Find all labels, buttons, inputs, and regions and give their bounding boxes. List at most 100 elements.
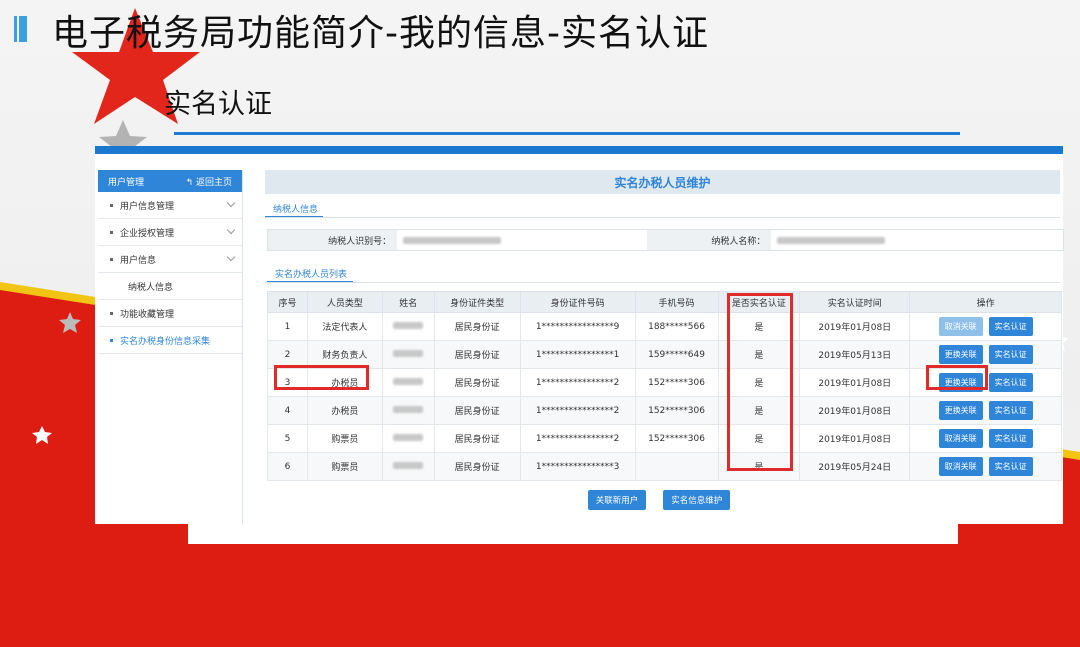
sidebar-item-enterprise-auth[interactable]: 企业授权管理 bbox=[98, 219, 242, 246]
slide-subtitle: 实名认证 bbox=[164, 89, 272, 120]
row-id-type: 居民身份证 bbox=[433, 424, 521, 453]
row-phone: 152*****306 bbox=[634, 396, 719, 425]
sidebar-item-user-info[interactable]: 用户信息 bbox=[98, 246, 242, 273]
divider-line bbox=[174, 132, 960, 135]
change-link-button[interactable]: 更换关联 bbox=[938, 345, 983, 364]
bullet-icon bbox=[110, 203, 113, 207]
col-header: 姓名 bbox=[381, 291, 435, 313]
row-phone: 152*****306 bbox=[634, 424, 719, 453]
blurred-value bbox=[403, 236, 502, 244]
tab-divider bbox=[265, 217, 1060, 218]
table-row: 5 购票员 居民身份证 1****************2 152*****3… bbox=[267, 424, 1062, 453]
row-time: 2019年05月24日 bbox=[799, 452, 911, 481]
taxpayer-name-label: 纳税人名称： bbox=[647, 230, 772, 250]
row-name bbox=[381, 396, 435, 425]
row-no: 5 bbox=[267, 424, 308, 453]
highlight-box-change-button bbox=[926, 365, 988, 390]
tab-realname-list[interactable]: 实名办税人员列表 bbox=[271, 267, 351, 280]
row-time: 2019年01月08日 bbox=[799, 368, 911, 397]
realname-auth-button[interactable]: 实名认证 bbox=[988, 373, 1033, 392]
sidebar-item-realname-collect[interactable]: 实名办税身份信息采集 bbox=[98, 327, 242, 354]
col-header: 序号 bbox=[267, 291, 308, 313]
cancel-link-button[interactable]: 取消关联 bbox=[938, 317, 983, 336]
bullet-icon bbox=[110, 230, 113, 234]
row-type: 法定代表人 bbox=[306, 312, 383, 341]
row-id-type: 居民身份证 bbox=[433, 368, 521, 397]
slide-title: 电子税务局功能简介-我的信息-实名认证 bbox=[52, 13, 709, 54]
table-row: 4 办税员 居民身份证 1****************2 152*****3… bbox=[267, 396, 1062, 425]
cancel-link-button[interactable]: 取消关联 bbox=[938, 457, 983, 476]
table-row: 6 购票员 居民身份证 1****************3 是 2019年05… bbox=[267, 452, 1062, 481]
cancel-link-button[interactable]: 取消关联 bbox=[938, 429, 983, 448]
row-no: 6 bbox=[267, 452, 308, 481]
col-header: 实名认证时间 bbox=[799, 291, 911, 313]
add-user-button[interactable]: 关联新用户 bbox=[587, 490, 647, 510]
sidebar: 用户管理 ↰ 返回主页 用户信息管理 企业授权管理 用户信息 纳税人信息 功能收… bbox=[98, 170, 243, 524]
row-id-type: 居民身份证 bbox=[433, 340, 521, 369]
realname-auth-button[interactable]: 实名认证 bbox=[988, 401, 1033, 420]
row-id-no: 1****************2 bbox=[519, 424, 636, 453]
back-home-link[interactable]: ↰ 返回主页 bbox=[186, 175, 232, 188]
change-link-button[interactable]: 更换关联 bbox=[938, 401, 983, 420]
main-panel: 实名办税人员维护 纳税人信息 纳税人识别号： 纳税人名称： 实名办税人员列表 序… bbox=[255, 170, 1064, 524]
row-name bbox=[381, 424, 435, 453]
realname-auth-button[interactable]: 实名认证 bbox=[988, 345, 1033, 364]
sidebar-item-favorites[interactable]: 功能收藏管理 bbox=[98, 300, 242, 327]
sidebar-title: 用户管理 bbox=[108, 177, 145, 188]
bullet-icon bbox=[110, 311, 113, 315]
col-header: 操作 bbox=[909, 291, 1062, 313]
row-id-no: 1****************9 bbox=[519, 312, 636, 341]
highlight-box-row3-type bbox=[274, 365, 369, 390]
taxpayer-id-label: 纳税人识别号： bbox=[268, 230, 398, 250]
row-phone: 152*****306 bbox=[634, 368, 719, 397]
row-name bbox=[381, 312, 435, 341]
row-type: 购票员 bbox=[306, 452, 383, 481]
realname-auth-button[interactable]: 实名认证 bbox=[988, 429, 1033, 448]
maintain-info-button[interactable]: 实名信息维护 bbox=[663, 490, 731, 510]
chevron-down-icon bbox=[226, 225, 236, 235]
realname-auth-button[interactable]: 实名认证 bbox=[988, 317, 1033, 336]
row-id-no: 1****************2 bbox=[519, 396, 636, 425]
row-type: 购票员 bbox=[306, 424, 383, 453]
taxpayer-name-value bbox=[771, 230, 1063, 250]
taxpayer-info-row: 纳税人识别号： 纳税人名称： bbox=[267, 229, 1064, 251]
bullet-icon bbox=[110, 257, 113, 261]
row-name bbox=[381, 368, 435, 397]
row-name bbox=[381, 340, 435, 369]
taxpayer-id-value bbox=[397, 230, 647, 250]
row-time: 2019年01月08日 bbox=[799, 312, 911, 341]
row-id-no: 1****************2 bbox=[519, 368, 636, 397]
row-phone: 159*****649 bbox=[634, 340, 719, 369]
table-header-row: 序号 人员类型 姓名 身份证件类型 身份证件号码 手机号码 是否实名认证 实名认… bbox=[267, 291, 1062, 313]
screenshot-top-bar bbox=[95, 146, 1063, 154]
row-id-no: 1****************3 bbox=[519, 452, 636, 481]
panel-title: 实名办税人员维护 bbox=[265, 170, 1060, 194]
row-id-type: 居民身份证 bbox=[433, 452, 521, 481]
sidebar-header: 用户管理 ↰ 返回主页 bbox=[98, 170, 242, 192]
bullet-icon bbox=[110, 338, 113, 342]
col-header: 身份证件号码 bbox=[519, 291, 636, 313]
tab-taxpayer-info[interactable]: 纳税人信息 bbox=[269, 202, 322, 215]
bottom-actions: 关联新用户 实名信息维护 bbox=[255, 488, 1063, 510]
realname-auth-button[interactable]: 实名认证 bbox=[988, 457, 1033, 476]
row-actions: 取消关联 实名认证 bbox=[909, 424, 1062, 453]
row-actions: 取消关联 实名认证 bbox=[909, 312, 1062, 341]
row-actions: 取消关联 实名认证 bbox=[909, 452, 1062, 481]
col-header: 人员类型 bbox=[306, 291, 383, 313]
table-row: 1 法定代表人 居民身份证 1****************9 188****… bbox=[267, 312, 1062, 341]
col-header: 身份证件类型 bbox=[433, 291, 521, 313]
row-id-type: 居民身份证 bbox=[433, 312, 521, 341]
back-arrow-icon: ↰ bbox=[185, 177, 196, 188]
row-actions: 更换关联 实名认证 bbox=[909, 396, 1062, 425]
row-phone bbox=[634, 452, 719, 481]
blurred-value bbox=[777, 236, 886, 244]
sidebar-subitem-taxpayer-info[interactable]: 纳税人信息 bbox=[98, 273, 242, 300]
row-name bbox=[381, 452, 435, 481]
row-time: 2019年01月08日 bbox=[799, 424, 911, 453]
row-no: 1 bbox=[267, 312, 308, 341]
col-header: 手机号码 bbox=[634, 291, 719, 313]
title-accent-bar bbox=[14, 16, 28, 42]
highlight-box-verified-column bbox=[727, 293, 793, 471]
row-id-type: 居民身份证 bbox=[433, 396, 521, 425]
sidebar-item-user-info-mgmt[interactable]: 用户信息管理 bbox=[98, 192, 242, 219]
